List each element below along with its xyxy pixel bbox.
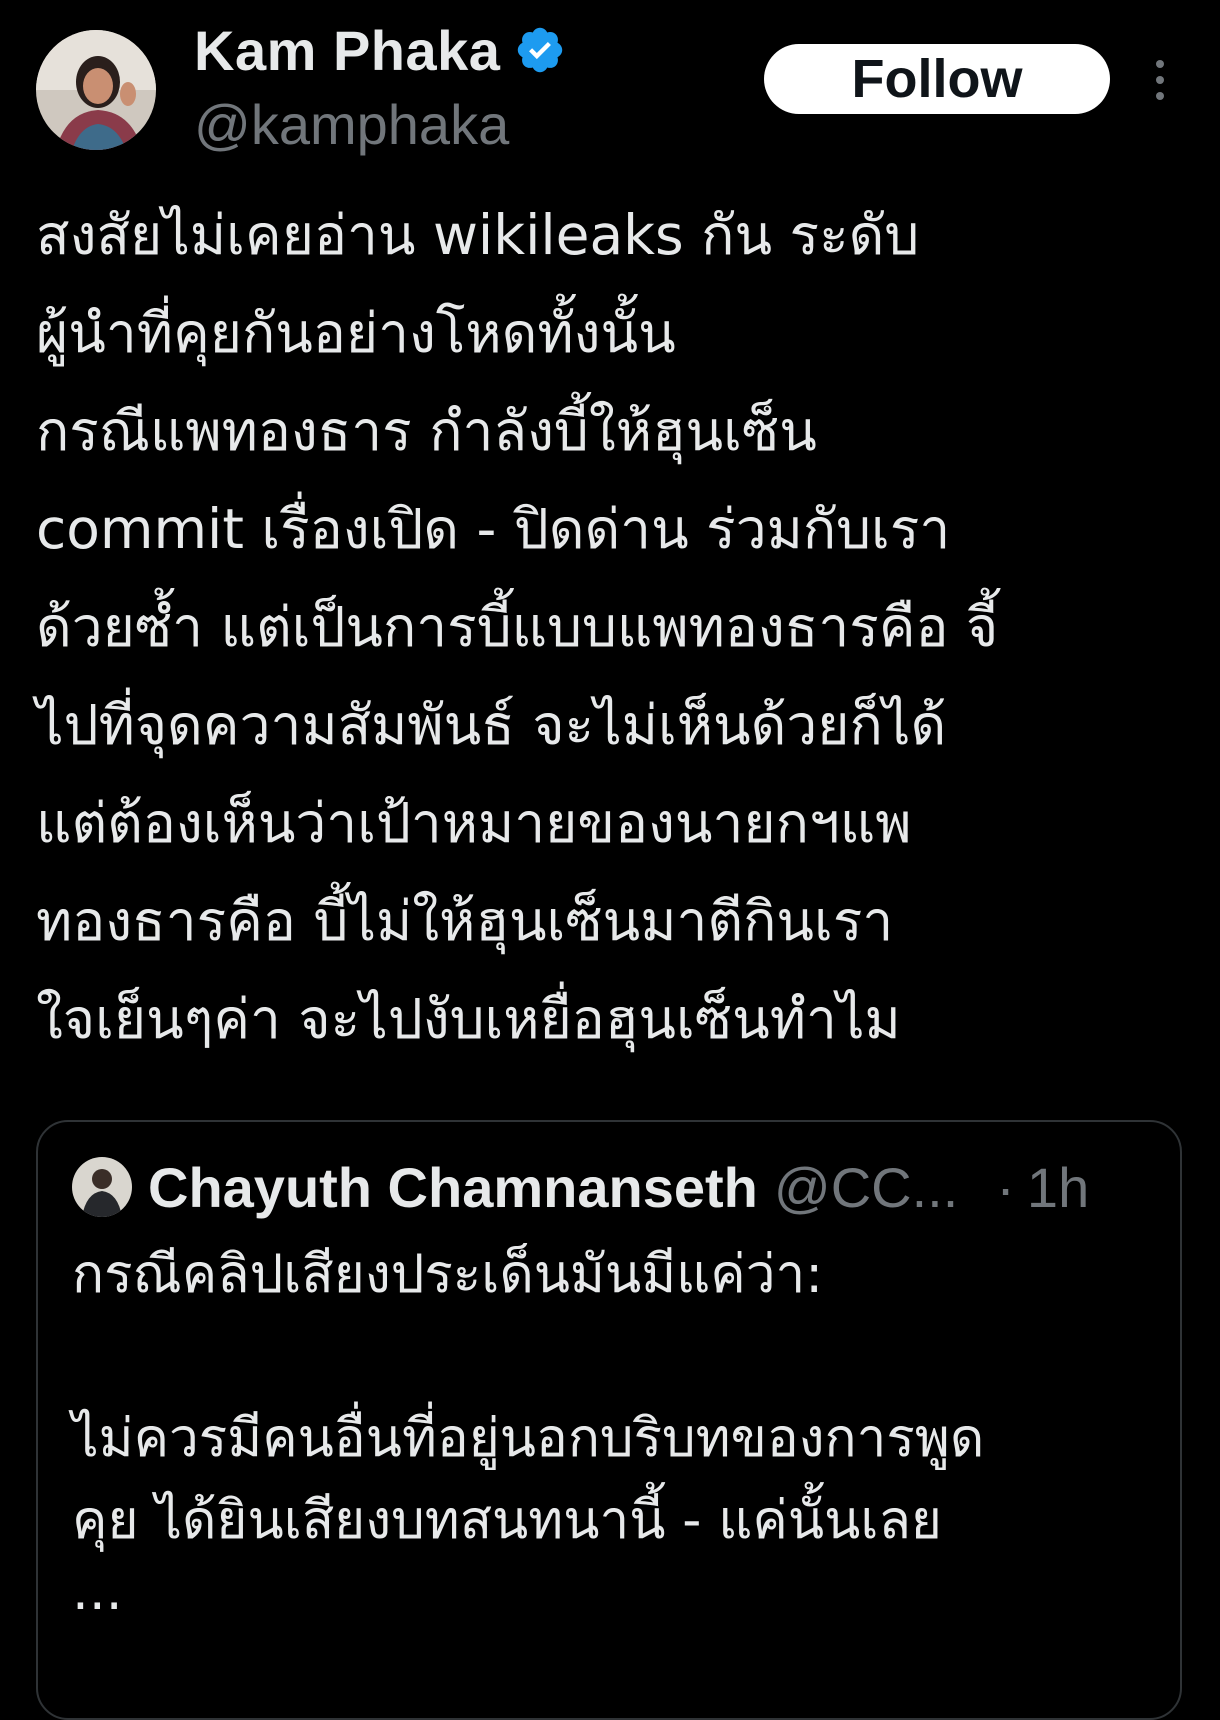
quoted-tweet-text: กรณีคลิปเสียงประเด็นมันมีแค่ว่า: ไม่ควรม… (72, 1234, 1152, 1622)
quoted-separator: · (996, 1155, 1015, 1219)
tweet-line: ไปที่จุดความสัมพันธ์ จะไม่เห็นด้วยก็ได้ (36, 693, 947, 757)
quoted-tweet-card[interactable]: Chayuth Chamnanseth @CC... · 1h กรณีคลิป… (36, 1120, 1182, 1720)
tweet-line: ผู้นำที่คุยกันอย่างโหดทั้งนั้น (36, 301, 676, 365)
quoted-ellipsis: ... (72, 1561, 123, 1622)
quoted-author-name[interactable]: Chayuth Chamnanseth (148, 1155, 758, 1220)
quoted-author-handle[interactable]: @CC... (774, 1155, 958, 1220)
tweet-line: แต่ต้องเห็นว่าเป้าหมายของนายกฯแพ (36, 791, 912, 855)
author-avatar[interactable] (36, 30, 156, 150)
tweet-line: ทองธารคือ บี้ไม่ให้ฮุนเซ็นมาตีกินเรา (36, 889, 894, 953)
verified-badge-icon[interactable] (514, 24, 566, 76)
follow-button[interactable]: Follow (764, 44, 1110, 114)
tweet-text: สงสัยไม่เคยอ่าน wikileaks กัน ระดับ ผู้น… (36, 186, 1196, 1068)
quoted-line: กรณีคลิปเสียงประเด็นมันมีแค่ว่า: (72, 1244, 824, 1305)
tweet-line: commit เรื่องเปิด - ปิดด่าน ร่วมกับเรา (36, 497, 951, 561)
quoted-line: ไม่ควรมีคนอื่นที่อยู่นอกบริบทของการพูด (72, 1408, 985, 1469)
tweet-line: สงสัยไม่เคยอ่าน wikileaks กัน ระดับ (36, 203, 920, 267)
quoted-tweet-header: Chayuth Chamnanseth @CC... · 1h (72, 1152, 1089, 1222)
tweet-line: ใจเย็นๆค่า จะไปงับเหยื่อฮุนเซ็นทำไม (36, 987, 901, 1051)
author-name-row: Kam Phaka (194, 14, 566, 86)
author-handle[interactable]: @kamphaka (194, 92, 509, 157)
tweet-line: กรณีแพทองธาร กำลังบี้ให้ฮุนเซ็น (36, 399, 817, 463)
quoted-line: คุย ได้ยินเสียงบทสนทนานี้ - แค่นั้นเลย (72, 1490, 942, 1551)
tweet-header: Kam Phaka @kamphaka Follow (0, 0, 1220, 180)
quoted-author-avatar[interactable] (72, 1157, 132, 1217)
more-vertical-icon[interactable] (1146, 58, 1174, 102)
tweet-line: ด้วยซ้ำ แต่เป็นการบี้แบบแพทองธารคือ จี้ (36, 595, 999, 659)
avatar-photo (36, 30, 156, 150)
quoted-timestamp[interactable]: 1h (1027, 1155, 1089, 1220)
author-display-name[interactable]: Kam Phaka (194, 18, 500, 83)
quoted-blank-line (72, 1316, 1152, 1398)
